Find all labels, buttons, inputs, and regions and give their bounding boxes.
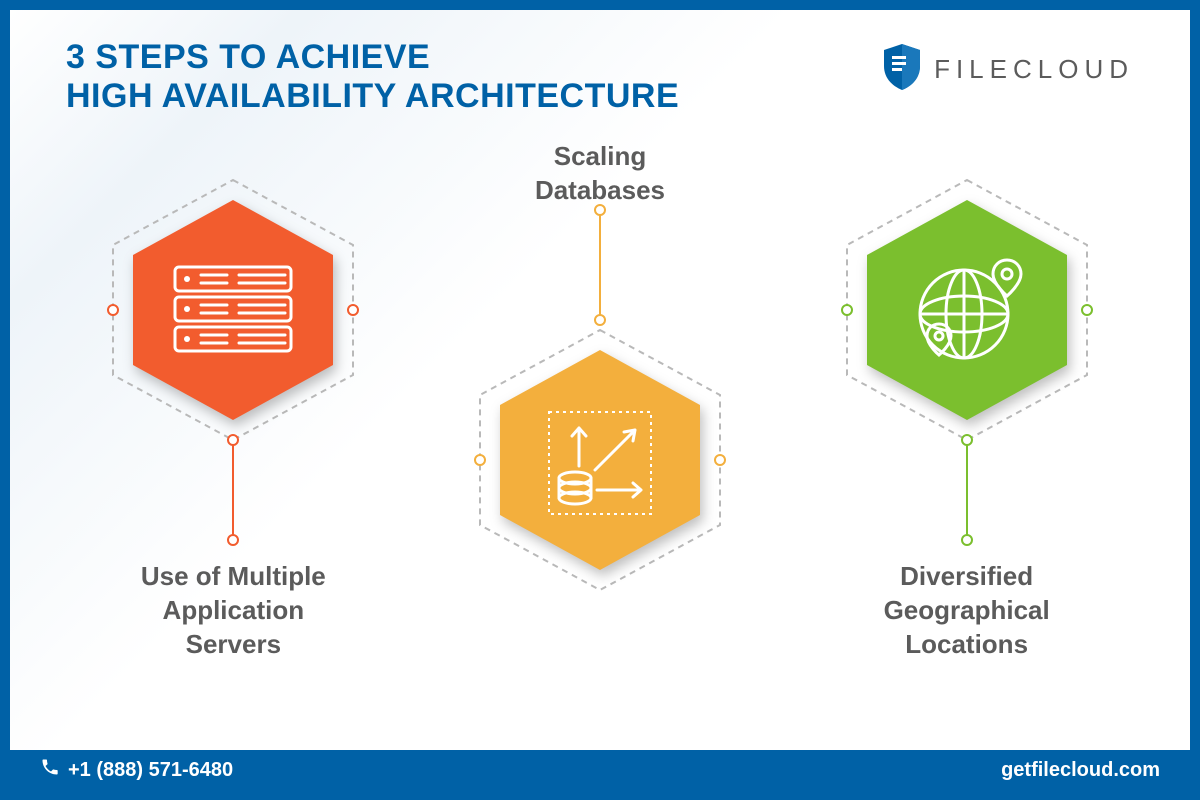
shield-icon: [880, 42, 924, 97]
hex-wrap-2: [450, 300, 750, 640]
step-1-label: Use of Multiple Application Servers: [68, 560, 398, 661]
hex-nodes-2: [450, 300, 750, 640]
step-2: Scaling Databases: [435, 150, 765, 640]
footer-site: getfilecloud.com: [1001, 759, 1160, 782]
step-3-label: Diversified Geographical Locations: [802, 560, 1132, 661]
hex-wrap-3: [817, 150, 1117, 490]
footer-phone: +1 (888) 571-6480: [40, 757, 233, 783]
steps-row: Use of Multiple Application Servers Scal…: [10, 150, 1190, 640]
page-title: 3 STEPS TO ACHIEVE HIGH AVAILABILITY ARC…: [66, 38, 679, 116]
header: 3 STEPS TO ACHIEVE HIGH AVAILABILITY ARC…: [10, 10, 1190, 116]
brand-logo: FILECLOUD: [880, 42, 1134, 97]
hex-wrap-1: [83, 150, 383, 490]
brand-name: FILECLOUD: [934, 54, 1134, 85]
step-3: Diversified Geographical Locations: [802, 150, 1132, 640]
infographic-frame: 3 STEPS TO ACHIEVE HIGH AVAILABILITY ARC…: [0, 0, 1200, 800]
title-line-1: 3 STEPS TO ACHIEVE: [66, 38, 679, 77]
phone-number: +1 (888) 571-6480: [68, 759, 233, 782]
footer-bar: +1 (888) 571-6480 getfilecloud.com: [10, 750, 1190, 790]
phone-icon: [40, 757, 60, 783]
title-line-2: HIGH AVAILABILITY ARCHITECTURE: [66, 77, 679, 116]
step-1: Use of Multiple Application Servers: [68, 150, 398, 640]
